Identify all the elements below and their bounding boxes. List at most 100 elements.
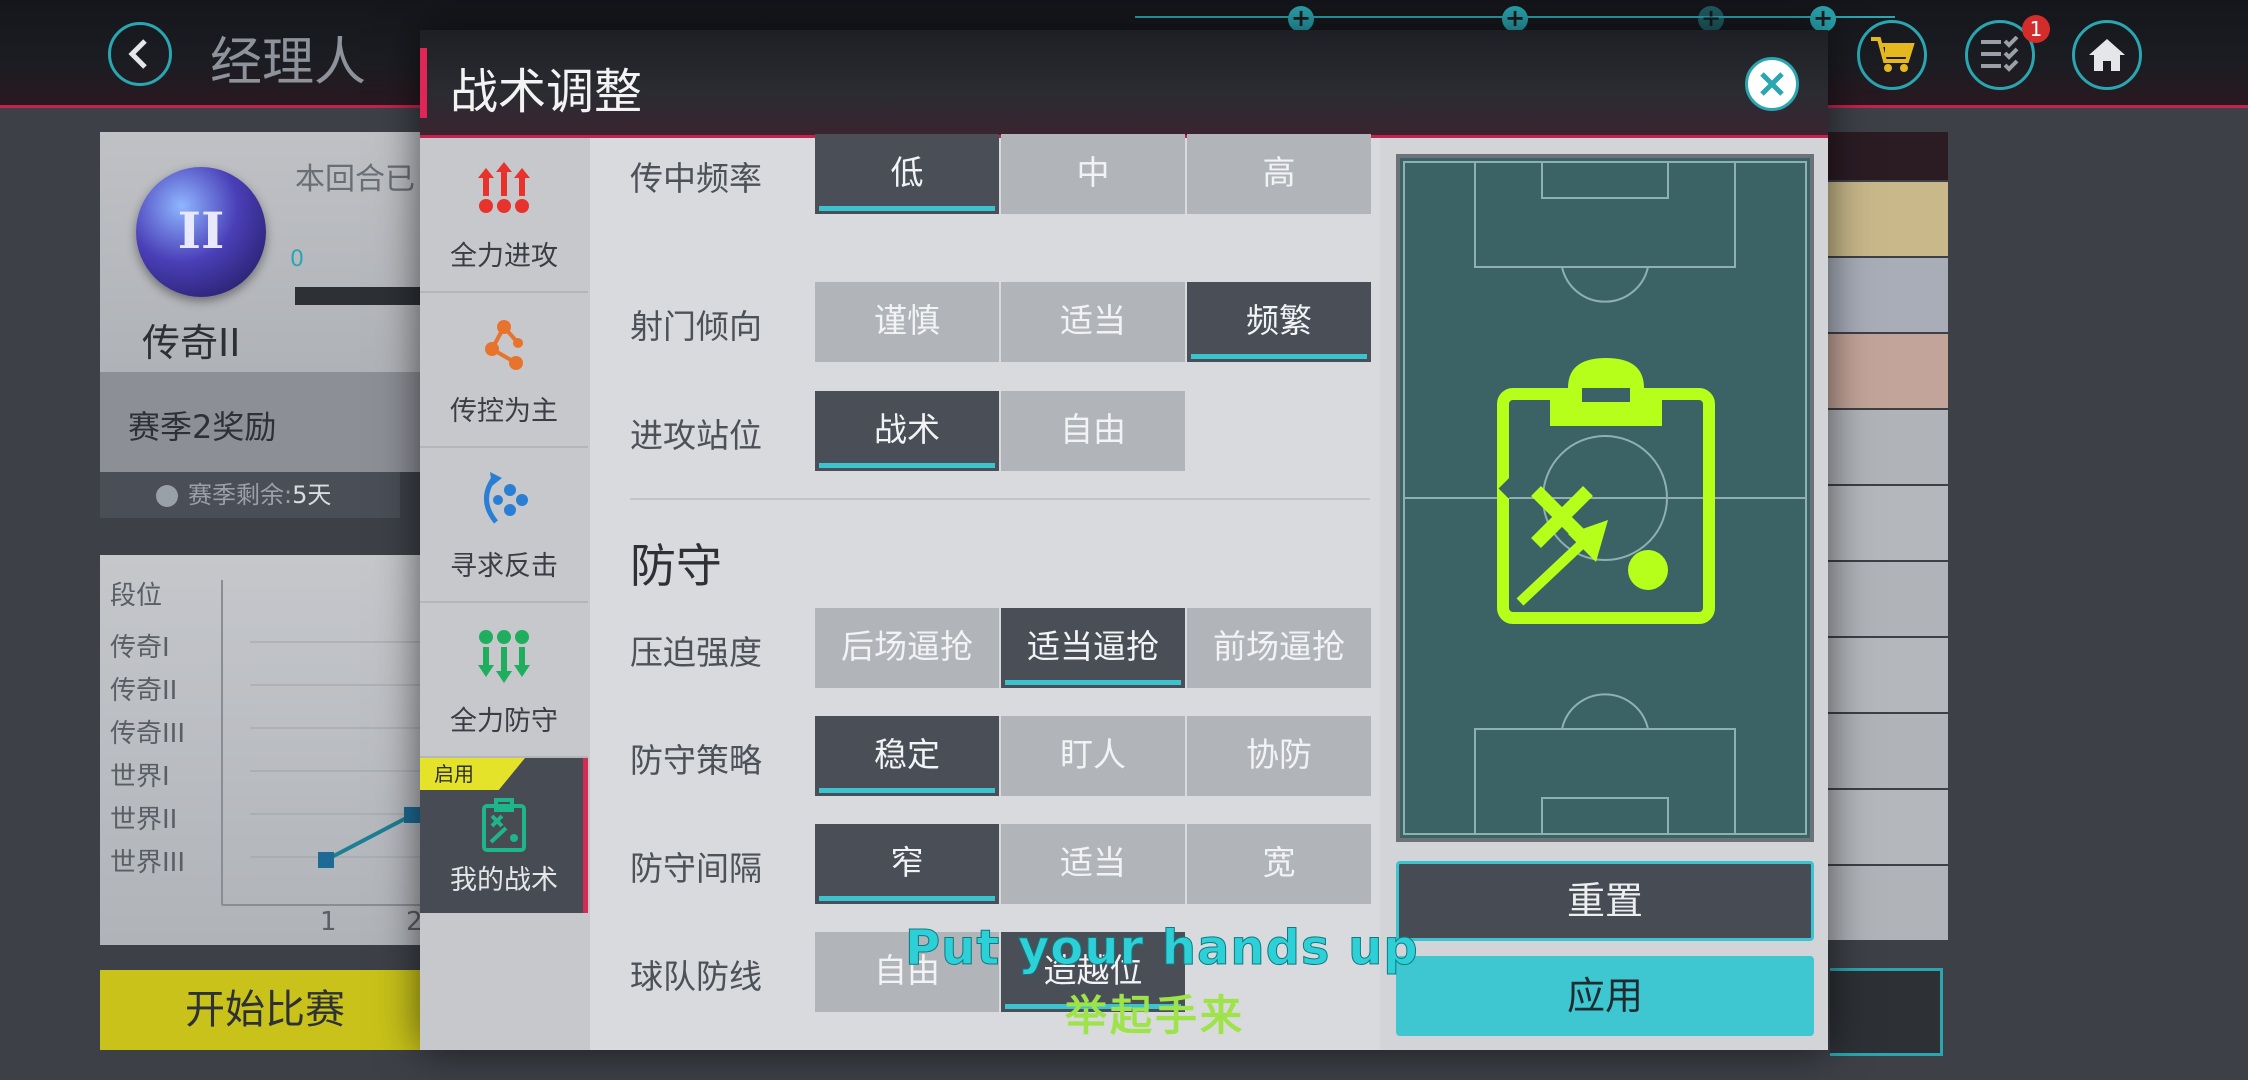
home-button[interactable] <box>2072 20 2142 90</box>
tactics-board-emblem-icon <box>1497 358 1715 624</box>
option-cooperative[interactable]: 协防 <box>1187 716 1371 796</box>
counter-attack-icon <box>484 472 528 524</box>
preset-label: 全力进攻 <box>450 241 558 272</box>
setting-shooting-tendency: 射门倾向 谨慎 适当 频繁 <box>590 282 1380 364</box>
list-tile[interactable] <box>1820 562 1948 636</box>
tactics-board-icon <box>482 798 526 852</box>
preset-possession[interactable]: 传控为主 <box>420 293 588 448</box>
tactics-preview-panel: 重置 应用 <box>1380 138 1828 1050</box>
list-tile[interactable] <box>1820 486 1948 560</box>
option-high[interactable]: 高 <box>1187 134 1371 214</box>
list-tile[interactable] <box>1820 334 1948 408</box>
bottom-right-button[interactable] <box>1830 968 1943 1056</box>
back-button[interactable] <box>108 22 172 86</box>
setting-label: 传中频率 <box>630 159 762 198</box>
pitch-diagram <box>1403 161 1807 835</box>
option-cautious[interactable]: 谨慎 <box>815 282 999 362</box>
attack-arrows-icon <box>478 162 530 213</box>
close-button[interactable] <box>1745 57 1799 111</box>
back-arrow-icon <box>128 39 147 69</box>
league-ball-emblem: II <box>136 167 266 297</box>
modal-header: 战术调整 <box>420 30 1828 138</box>
subtitle-chinese: 举起手来 <box>1065 991 1246 1040</box>
preset-label: 我的战术 <box>450 865 558 896</box>
option-front-press[interactable]: 前场逼抢 <box>1187 608 1371 688</box>
option-back-press[interactable]: 后场逼抢 <box>815 608 999 688</box>
notification-badge: 1 <box>2022 15 2050 43</box>
preset-my-tactics[interactable]: 启用 我的战术 <box>420 758 588 913</box>
progress-start: 0 <box>290 247 304 272</box>
option-tactical[interactable]: 战术 <box>815 391 999 471</box>
reset-button[interactable]: 重置 <box>1396 861 1814 941</box>
defense-section-title: 防守 <box>630 539 722 593</box>
checklist-icon <box>1981 36 2019 72</box>
setting-label: 防守策略 <box>630 741 762 780</box>
season-reward-label[interactable]: 赛季2奖励 <box>128 402 276 448</box>
option-narrow[interactable]: 窄 <box>815 824 999 904</box>
option-moderate-spacing[interactable]: 适当 <box>1001 824 1185 904</box>
list-tile[interactable] <box>1820 258 1948 332</box>
preset-label: 寻求反击 <box>450 551 558 582</box>
option-free[interactable]: 自由 <box>1001 391 1185 471</box>
x-tick: 1 <box>320 907 337 937</box>
option-moderate-press[interactable]: 适当逼抢 <box>1001 608 1185 688</box>
option-wide[interactable]: 宽 <box>1187 824 1371 904</box>
setting-attack-positioning: 进攻站位 战术 自由 <box>590 391 1380 473</box>
modal-title: 战术调整 <box>450 64 643 120</box>
preset-counter-attack[interactable]: 寻求反击 <box>420 448 588 603</box>
option-frequent[interactable]: 频繁 <box>1187 282 1371 362</box>
list-tile[interactable] <box>1820 638 1948 712</box>
shop-button[interactable] <box>1857 20 1927 90</box>
setting-label: 防守间隔 <box>630 849 762 888</box>
round-text: 本回合已 <box>295 162 415 197</box>
setting-label: 压迫强度 <box>630 633 762 672</box>
league-progress-bar <box>295 287 435 305</box>
tactic-presets-sidebar: 全力进攻 传控为主 寻求反击 全力防守 启用 我的战术 <box>420 138 588 1050</box>
setting-label: 进攻站位 <box>630 416 762 455</box>
add-icon[interactable]: + <box>1810 6 1836 32</box>
setting-pressing-intensity: 压迫强度 后场逼抢 适当逼抢 前场逼抢 <box>590 608 1380 690</box>
add-icon[interactable]: + <box>1502 6 1528 32</box>
rank-point <box>318 852 334 868</box>
option-man-marking[interactable]: 盯人 <box>1001 716 1185 796</box>
tactics-settings: 传中频率 低 中 高 射门倾向 谨慎 适当 频繁 进攻站位 战术 自由 防守 压… <box>590 134 1380 1050</box>
list-tile[interactable] <box>1820 714 1948 788</box>
enabled-tag: 启用 <box>420 758 525 790</box>
league-card: II 本回合已 0 传奇II 赛季2奖励 <box>100 132 435 472</box>
list-tile[interactable] <box>1820 790 1948 864</box>
rank-chart-plot <box>221 580 430 906</box>
section-divider <box>630 498 1370 500</box>
add-icon[interactable]: + <box>1698 6 1724 32</box>
option-moderate[interactable]: 适当 <box>1001 282 1185 362</box>
setting-defense-spacing: 防守间隔 窄 适当 宽 <box>590 824 1380 906</box>
list-tile[interactable] <box>1820 182 1948 256</box>
passing-network-icon <box>485 320 523 370</box>
setting-label: 球队防线 <box>630 957 762 996</box>
option-medium[interactable]: 中 <box>1001 134 1185 214</box>
option-stable[interactable]: 稳定 <box>815 716 999 796</box>
list-tile[interactable] <box>1820 866 1948 940</box>
setting-defense-strategy: 防守策略 稳定 盯人 协防 <box>590 716 1380 798</box>
apply-button[interactable]: 应用 <box>1396 956 1814 1036</box>
setting-cross-frequency: 传中频率 低 中 高 <box>590 134 1380 216</box>
start-match-button[interactable]: 开始比赛 <box>100 970 430 1050</box>
preset-full-attack[interactable]: 全力进攻 <box>420 138 588 293</box>
close-icon <box>1760 72 1784 96</box>
option-low[interactable]: 低 <box>815 134 999 214</box>
league-name: 传奇II <box>142 321 241 365</box>
rank-history-chart: 段位 传奇I 传奇II 传奇III 世界I 世界II 世界III 1 2 <box>100 555 430 945</box>
clock-icon <box>156 485 178 507</box>
add-icon[interactable]: + <box>1288 6 1314 32</box>
tactics-modal: 战术调整 全力进攻 传控为主 寻求反击 全力防守 启用 我的战术 传中频率 低 … <box>420 30 1828 1050</box>
shopping-cart-icon <box>1871 37 1915 72</box>
preset-label: 传控为主 <box>450 396 558 427</box>
preset-label: 全力防守 <box>450 706 558 737</box>
pitch-preview <box>1396 154 1814 842</box>
setting-label: 射门倾向 <box>630 307 762 346</box>
list-tile[interactable] <box>1820 410 1948 484</box>
page-title: 经理人 <box>210 33 367 93</box>
rank-point <box>404 807 420 823</box>
preset-full-defense[interactable]: 全力防守 <box>420 603 588 758</box>
right-list <box>1820 132 1948 940</box>
season-remaining: 赛季剩余:5天 <box>100 472 400 518</box>
